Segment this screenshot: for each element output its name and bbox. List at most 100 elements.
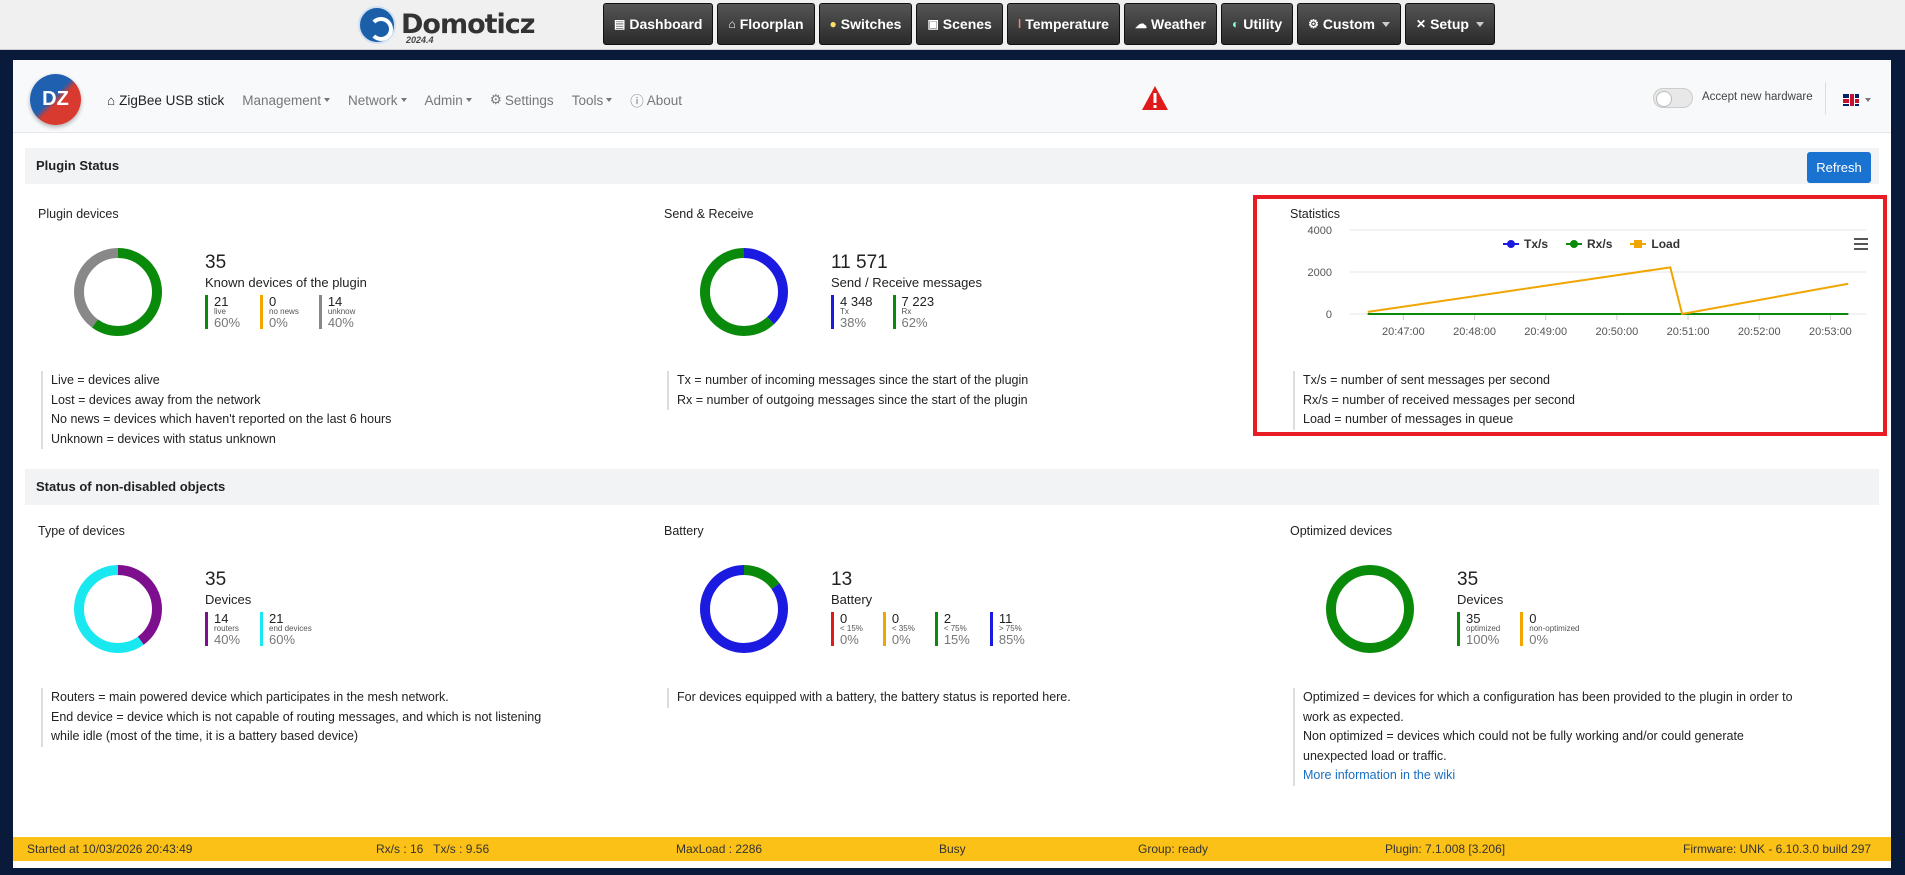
stat-percent: 15% [943,632,970,647]
stat-percent: 62% [901,315,928,330]
stat-item: 4 348 Tx 38% [831,295,873,329]
warning-icon[interactable] [1141,85,1169,111]
bulb-icon: ● [829,17,837,31]
stat-item: 21 end devices 60% [260,612,312,646]
note-line: For devices equipped with a battery, the… [677,690,1071,704]
battery-total: 13 [831,569,853,590]
note-line: End device = device which is not capable… [51,709,542,724]
note-line: Optimized = devices for which a configur… [1303,690,1793,704]
nav-label: Custom [1322,16,1375,32]
optimized-donut [1326,565,1414,653]
plugin-logo[interactable]: DZ [30,74,81,125]
domoticz-logo[interactable]: Domoticz 2024.4 [358,5,536,45]
stat-item: 0 no news 0% [260,295,299,329]
nondisabled-title: Status of non-disabled objects [36,479,226,494]
note-line: unexpected load or traffic. [1303,748,1447,763]
nav-utility[interactable]: ◐ Utility [1220,3,1294,45]
dashboard-icon: ▤ [614,17,626,31]
optimized-panel: Optimized devices 35 Devices 35 optimized… [1290,524,1890,786]
scenes-icon: ▣ [927,17,939,31]
note-line: Lost = devices away from the network [51,392,261,407]
nav-label: Setup [1430,16,1469,32]
send-receive-total: 11 571 [831,252,888,273]
nav-dashboard[interactable]: ▤ Dashboard [603,3,714,45]
send-receive-panel: Send & Receive 11 571 Send / Receive mes… [664,207,1264,447]
stat-percent: 85% [998,632,1025,647]
uk-flag-icon[interactable] [1843,94,1859,106]
note-line: Live = devices alive [51,373,160,387]
nav-network[interactable]: Network [348,93,407,108]
chevron-down-icon[interactable] [1865,98,1871,102]
stat-percent: 0% [891,632,911,647]
plugin-devices-panel: Plugin devices 35 Known devices of the p… [38,207,638,449]
stat-item: 0 non-optimized 0% [1520,612,1580,646]
nav-label: Temperature [1025,16,1109,32]
utility-icon: ◐ [1231,17,1240,31]
nav-about[interactable]: ⓘ About [630,90,682,110]
nondisabled-header: Status of non-disabled objects [25,469,1879,505]
plugin-devices-desc: Known devices of the plugin [205,275,367,290]
device-types-donut [74,565,162,653]
nav-settings[interactable]: ⚙ Settings [490,92,554,108]
plugin-devices-notes: Live = devices alive Lost = devices away … [41,371,391,449]
nav-label: Weather [1150,16,1206,32]
floorplan-icon: ⌂ [728,17,736,31]
plugin-devices-total: 35 [205,252,227,273]
nav-temperature[interactable]: ǀ Temperature [1006,3,1120,45]
thermometer-icon: ǀ [1017,17,1022,31]
nav-switches[interactable]: ● Switches [818,3,913,45]
stat-percent: 60% [214,315,241,330]
chevron-down-icon [1382,21,1390,27]
donut-segment-optimized [1326,565,1414,653]
wiki-link[interactable]: More information in the wiki [1303,768,1455,782]
nav-setup[interactable]: ✕ Setup [1405,3,1495,45]
stat-item: 14 unknow 40% [318,295,355,329]
statistics-highlight-box [1253,195,1887,436]
nav-home-label: ZigBee USB stick [119,92,225,108]
main-nav: ▤ Dashboard ⌂ Floorplan ● Switches ▣ Scenes … [603,3,1495,45]
send-receive-stats: 4 348 Tx 38% 7 223 Rx 62% [831,295,944,329]
domoticz-topbar: Domoticz 2024.4 ▤ Dashboard ⌂ Floorplan ● S… [0,0,1905,50]
device-types-stats: 14 routers 40% 21 end devices 60% [205,612,322,646]
nav-scenes[interactable]: ▣ Scenes [916,3,1003,45]
stat-item: 0 < 15% 0% [831,612,863,646]
stat-item: 21 live 60% [205,295,240,329]
stat-item: 35 optimized 100% [1457,612,1500,646]
accept-hardware-toggle[interactable] [1653,88,1693,108]
battery-donut [700,565,788,653]
stat-percent: 0% [269,315,288,330]
plugin-status-title: Plugin Status [36,158,120,173]
nav-label: Scenes [942,16,992,32]
nav-tools[interactable]: Tools [572,93,613,108]
nav-tools-label: Tools [571,92,604,108]
plugin-status-header: Plugin Status [25,148,1879,184]
nav-floorplan[interactable]: ⌂ Floorplan [717,3,815,45]
nav-admin[interactable]: Admin [425,93,472,108]
nav-management[interactable]: Management [242,93,331,108]
footer-busy: Busy [939,842,966,856]
gear-icon: ⚙ [489,92,502,107]
nav-label: Dashboard [629,16,703,32]
refresh-button[interactable]: Refresh [1807,152,1871,183]
chevron-down-icon [324,98,331,102]
send-receive-donut [700,248,788,336]
nav-network-label: Network [348,92,398,108]
optimized-notes: Optimized = devices for which a configur… [1293,688,1793,786]
note-line: work as expected. [1303,709,1404,724]
nav-about-label: About [646,92,682,108]
stat-percent: 0% [840,632,859,647]
stat-item: 0 < 35% 0% [882,612,915,647]
device-types-total: 35 [205,569,227,590]
plugin-frame: DZ ⌂ ZigBee USB stick Management Network … [13,60,1891,868]
weather-icon: ☁ [1134,17,1147,31]
footer-group: Group: ready [1138,842,1209,856]
plugin-nav: ⌂ ZigBee USB stick Management Network Adm… [107,90,700,110]
nav-weather[interactable]: ☁ Weather [1123,3,1217,45]
stat-item: 11 > 75% 85% [989,612,1025,647]
nav-home[interactable]: ⌂ ZigBee USB stick [107,93,224,108]
footer-firmware: Firmware: UNK - 6.10.3.0 build 297 [1683,842,1872,856]
nav-custom[interactable]: ⚙ Custom [1297,3,1401,45]
chevron-down-icon [465,98,472,102]
chevron-down-icon [1475,21,1484,27]
stat-item: 2 < 75% 15% [934,612,970,647]
